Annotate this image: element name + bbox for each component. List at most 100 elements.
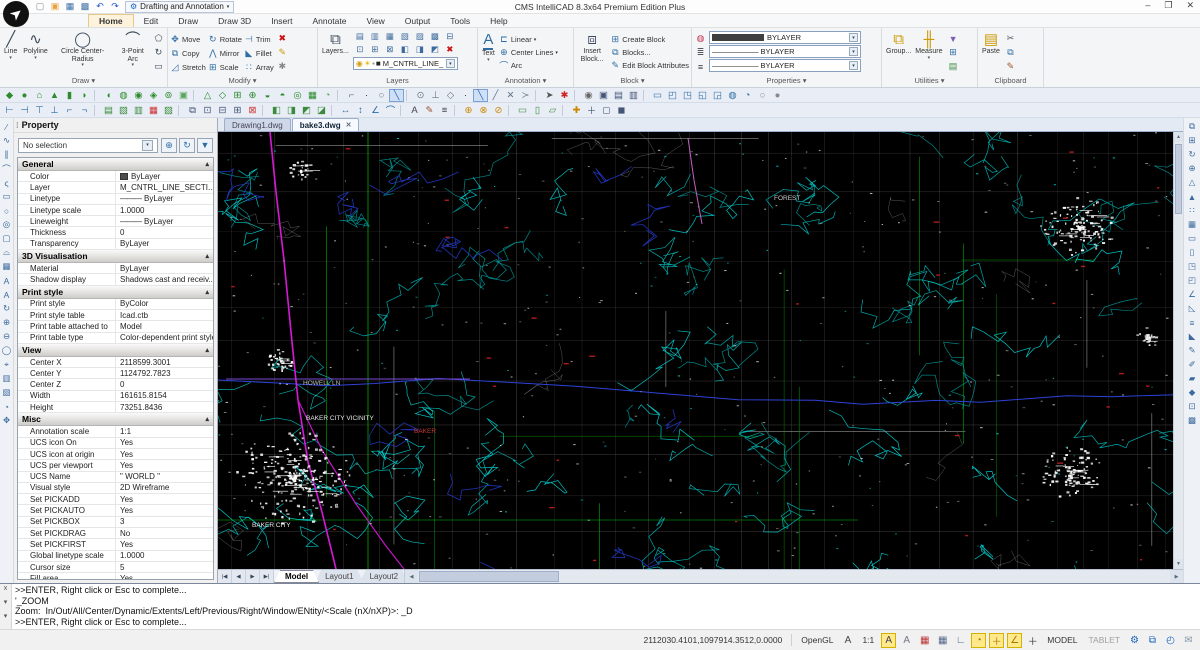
toolbar-icon[interactable]: ◇ <box>443 89 458 102</box>
toolbar-icon[interactable]: ⊖ <box>0 330 13 343</box>
toolbar-icon[interactable]: ⊕ <box>245 89 260 102</box>
cut-icon[interactable]: ✂ <box>1004 32 1017 45</box>
paste-button[interactable]: ▤ Paste <box>980 30 1002 74</box>
filter-props-icon[interactable]: ▼ <box>197 137 213 153</box>
layer-tool-icon[interactable]: ⊡ <box>353 43 367 55</box>
property-row[interactable]: Layer M_CNTRL_LINE_SECTI... <box>18 182 213 194</box>
toolbar-icon[interactable]: ⊥ <box>47 104 62 117</box>
vertical-scrollbar[interactable]: ▲ ▼ <box>1173 132 1183 569</box>
quick-calc-icon[interactable]: ⊞ <box>947 46 960 59</box>
layers-button[interactable]: ⧉ Layers... <box>320 30 351 74</box>
group-label-annotation[interactable]: Annotation ▾ <box>478 76 573 87</box>
property-row[interactable]: Fill area Yes <box>18 573 213 579</box>
layer-tool-icon[interactable]: ⊞ <box>368 43 382 55</box>
toolbar-icon[interactable]: ◪ <box>314 104 329 117</box>
modify-tool-array[interactable]: ∷ Array <box>244 60 274 74</box>
toolbar-icon[interactable]: ▦ <box>0 260 13 273</box>
toolbar-icon[interactable]: △ <box>200 89 215 102</box>
toolbar-icon[interactable]: A <box>0 288 13 301</box>
toolbar-icon[interactable]: ⌒ <box>0 162 13 175</box>
layer-tool-icon[interactable]: ⊟ <box>443 30 457 42</box>
group-label-utilities[interactable]: Utilities ▾ <box>882 76 977 87</box>
property-row[interactable]: UCS per viewport Yes <box>18 460 213 472</box>
open-file-icon[interactable]: ▣ <box>49 1 61 13</box>
modify-tool-stretch[interactable]: ◿ Stretch <box>170 60 206 74</box>
toolbar-icon[interactable]: ▭ <box>0 190 13 203</box>
modify-tool-copy[interactable]: ⧉ Copy <box>170 46 206 60</box>
toolbar-icon[interactable]: ◔ <box>740 89 755 102</box>
toolbar-icon[interactable]: ∕ <box>0 120 13 133</box>
entity-color-combo[interactable]: BYLAYER ▾ <box>709 31 861 44</box>
toolbar-icon[interactable]: ⊞ <box>230 89 245 102</box>
ortho-icon[interactable]: ∟ <box>953 633 968 648</box>
property-row[interactable]: Set PICKDRAG No <box>18 528 213 540</box>
property-panel-header[interactable]: ⁞ Property <box>14 118 217 133</box>
toolbar-icon[interactable]: ▥ <box>626 89 641 102</box>
property-row[interactable]: Set PICKFIRST Yes <box>18 539 213 551</box>
toolbar-icon[interactable]: ◺ <box>1186 302 1199 315</box>
modify-tool-trim[interactable]: ⊣ Trim <box>244 32 274 46</box>
draw-tool-line[interactable]: ╱ Line ▾ <box>2 30 19 74</box>
polygon-icon[interactable]: ⬠ <box>152 32 165 45</box>
settings-gear-icon[interactable]: ⚙ <box>1127 633 1142 648</box>
toolbar-icon[interactable]: ● <box>17 89 32 102</box>
ribbon-tab-edit[interactable]: Edit <box>134 15 169 27</box>
toolbar-icon[interactable]: · <box>359 89 374 102</box>
group-label-layers[interactable]: Layers <box>318 76 477 87</box>
toolbar-icon[interactable]: ⌖ <box>0 358 13 371</box>
toolbar-icon[interactable]: ◼ <box>614 104 629 117</box>
draw-tool-polyline[interactable]: ∿ Polyline ▾ <box>21 30 50 74</box>
toolbar-icon[interactable]: ▮ <box>62 89 77 102</box>
color-wheel-icon[interactable]: ◍ <box>694 32 707 45</box>
scroll-down-icon[interactable]: ▼ <box>1174 559 1183 569</box>
toolbar-icon[interactable]: ◎ <box>290 89 305 102</box>
drawing-tab-Drawing1-dwg[interactable]: Drawing1.dwg <box>224 118 291 131</box>
entity-linetype-combo[interactable]: ——————— BYLAYER ▾ <box>709 45 861 58</box>
minimize-button[interactable]: – <box>1145 0 1150 11</box>
toolbar-icon[interactable]: ✐ <box>1186 358 1199 371</box>
group-label-draw[interactable]: Draw ▾ <box>0 76 167 87</box>
toolbar-icon[interactable]: ✱ <box>557 89 572 102</box>
toolbar-icon[interactable]: ∿ <box>0 134 13 147</box>
copy-clip-icon[interactable]: ⧉ <box>1004 46 1017 59</box>
layer-combo-arrow[interactable]: ▾ <box>445 59 455 68</box>
vertical-scroll-thumb[interactable] <box>1175 144 1182 214</box>
command-history[interactable]: >>ENTER, Right click or Esc to complete.… <box>12 584 1200 629</box>
toolbar-icon[interactable]: ◖ <box>101 89 116 102</box>
redo-icon[interactable]: ↷ <box>109 1 121 13</box>
scroll-up-icon[interactable]: ▲ <box>1174 132 1183 142</box>
annotation-arc[interactable]: ⌒ Arc <box>499 59 558 72</box>
toolbar-icon[interactable]: ⊡ <box>1186 400 1199 413</box>
draw-tool-circle-center-radius[interactable]: ◯ Circle Center-Radius ▾ <box>52 30 114 74</box>
property-section-view[interactable]: View ▴ <box>18 343 213 357</box>
toolbar-icon[interactable]: ▣ <box>176 89 191 102</box>
revision-cloud-icon[interactable]: ↻ <box>152 46 165 59</box>
toolbar-icon[interactable]: ▲ <box>1186 190 1199 203</box>
toolbar-icon[interactable]: ▰ <box>1186 372 1199 385</box>
filter-icon[interactable]: ▼ <box>947 32 960 45</box>
crosshair-icon[interactable]: ＋ <box>1025 633 1040 648</box>
toolbar-icon[interactable]: ▯ <box>1186 246 1199 259</box>
erase-icon[interactable]: ✖ <box>276 32 289 45</box>
toolbar-icon[interactable]: ✚ <box>569 104 584 117</box>
toolbar-icon[interactable]: ➤ <box>542 89 557 102</box>
layer-tool-icon[interactable]: ⊠ <box>383 43 397 55</box>
toolbar-icon[interactable]: ↻ <box>0 302 13 315</box>
property-row[interactable]: Set PICKAUTO Yes <box>18 505 213 517</box>
toolbar-icon[interactable]: ⊤ <box>32 104 47 117</box>
grid-icon[interactable]: ▦ <box>935 633 950 648</box>
property-row[interactable]: Thickness 0 <box>18 227 213 239</box>
entity-lineweight-combo[interactable]: ——————— BYLAYER ▾ <box>709 59 861 72</box>
toolbar-icon[interactable]: ◉ <box>131 89 146 102</box>
scroll-left-icon[interactable]: ◀ <box>405 570 419 583</box>
toolbar-icon[interactable]: ▭ <box>1186 232 1199 245</box>
toolbar-icon[interactable]: ⊣ <box>17 104 32 117</box>
toolbar-icon[interactable]: ◲ <box>710 89 725 102</box>
toolbar-icon[interactable]: ◯ <box>0 344 13 357</box>
rectangle-icon[interactable]: ▭ <box>152 60 165 73</box>
ribbon-tab-draw[interactable]: Draw <box>168 15 208 27</box>
toolbar-icon[interactable]: ⧉ <box>185 104 200 117</box>
layer-tool-icon[interactable]: ◩ <box>428 43 442 55</box>
text-button[interactable]: A Text ▾ <box>480 30 497 74</box>
layer-tool-icon[interactable]: ▤ <box>353 30 367 42</box>
